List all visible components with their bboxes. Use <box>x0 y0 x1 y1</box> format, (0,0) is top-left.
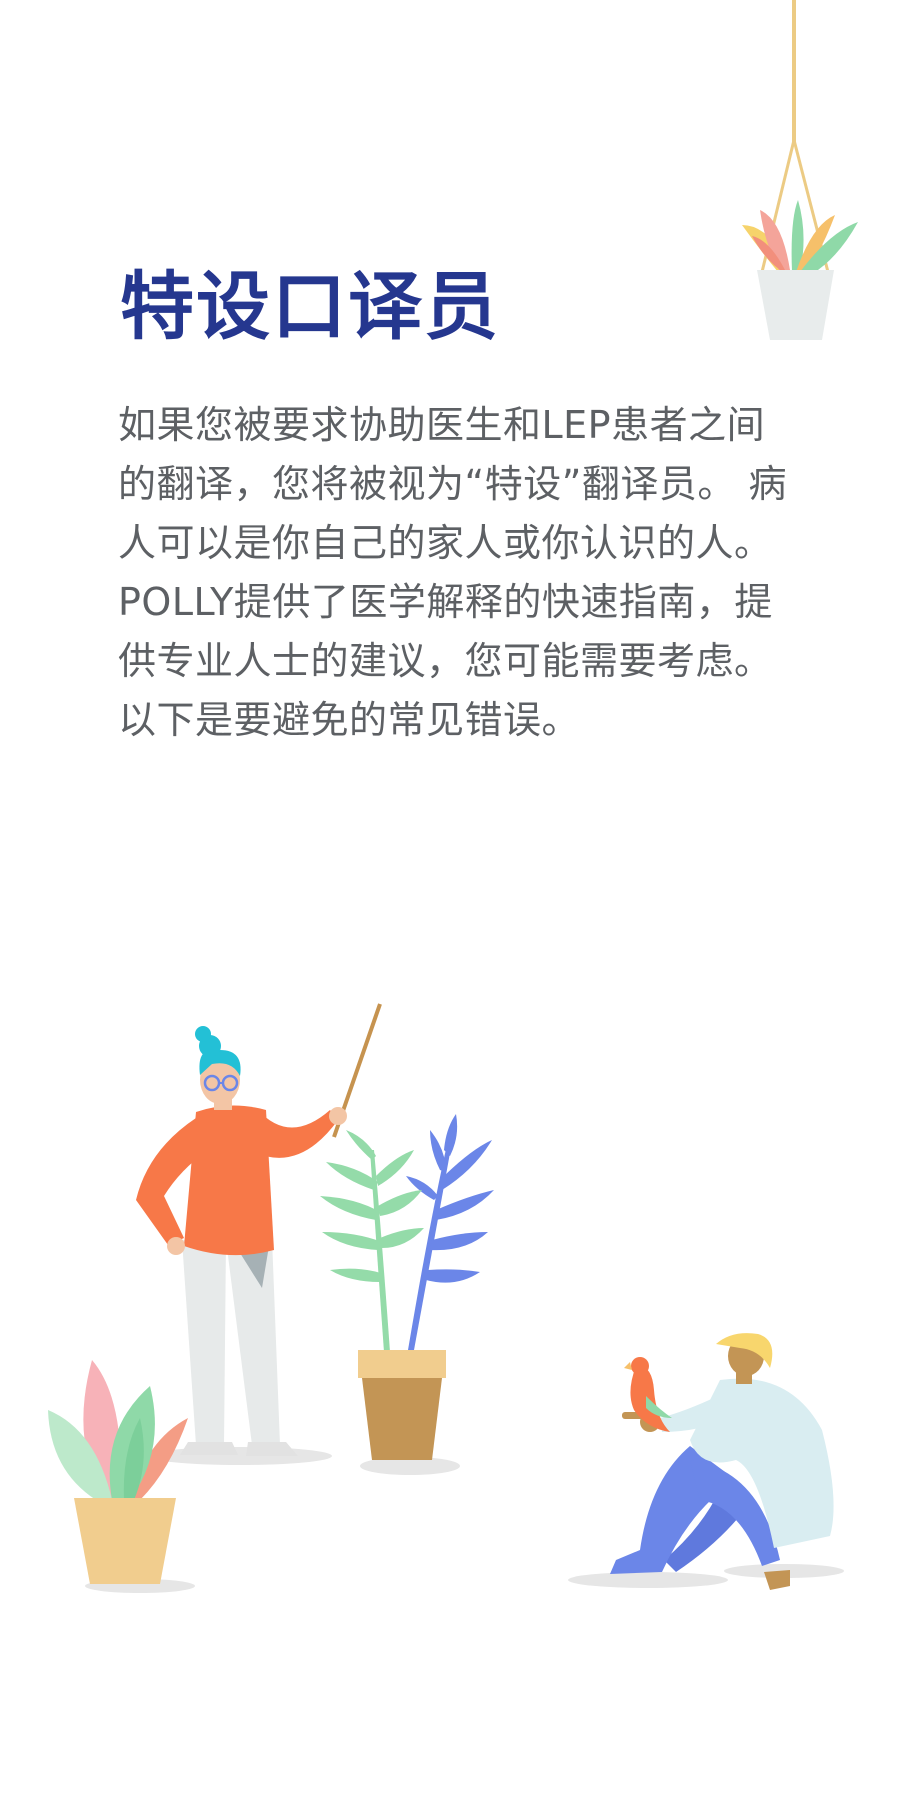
ground-shadow <box>85 1447 844 1593</box>
potted-fern-illustration <box>320 1114 494 1460</box>
potted-leaf-plant-illustration <box>48 1360 188 1584</box>
man-with-parrot-illustration <box>610 1333 834 1590</box>
intro-paragraph: 如果您被要求协助医生和LEP患者之间的翻译，您将被视为“特设”翻译员。 病人可以… <box>118 403 787 742</box>
woman-with-pointer-illustration <box>136 1003 382 1456</box>
hanging-planter-illustration <box>742 0 858 340</box>
